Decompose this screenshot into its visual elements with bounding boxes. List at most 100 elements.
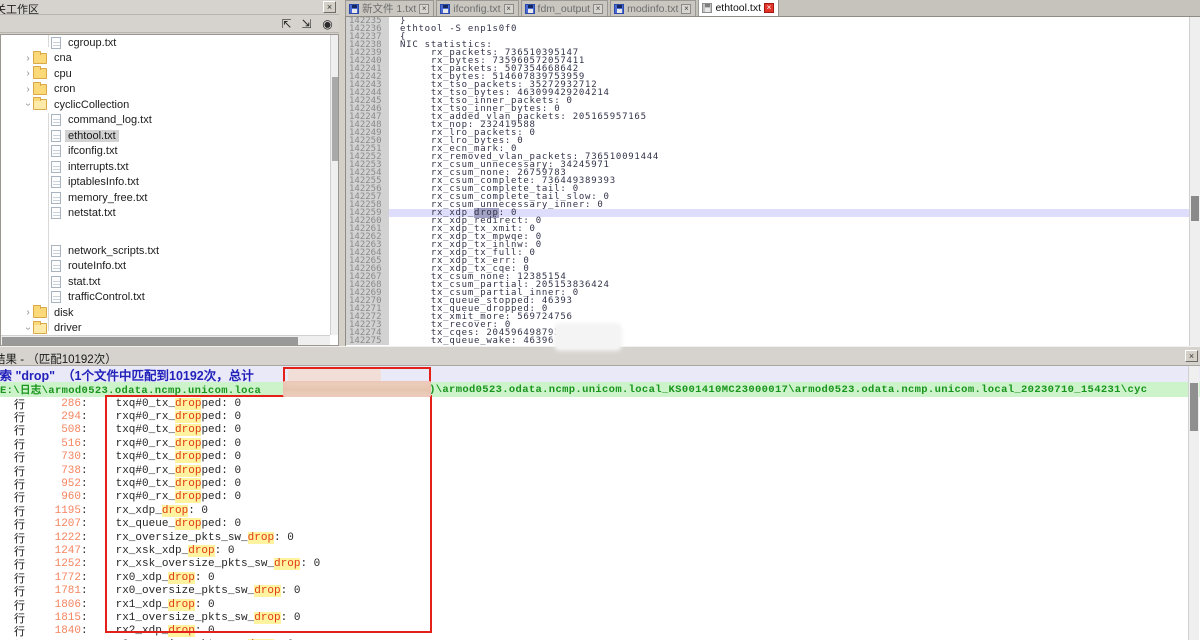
search-result-row[interactable]: 行1222:rx_oversize_pkts_sw_drop: 0 — [0, 531, 1188, 544]
chevron-right-icon[interactable]: › — [23, 307, 33, 318]
tab-close-icon[interactable]: × — [593, 4, 603, 14]
result-colon: : — [81, 465, 88, 477]
workspace-close-button[interactable]: × — [323, 1, 336, 13]
editor-vertical-scrollbar[interactable] — [1189, 17, 1200, 346]
search-result-row[interactable]: 行294:rxq#0_rx_dropped: 0 — [0, 410, 1188, 423]
result-line-number: 1806 — [26, 599, 81, 611]
result-colon: : — [81, 424, 88, 436]
search-result-row[interactable]: 行1781:rx0_oversize_pkts_sw_drop: 0 — [0, 584, 1188, 597]
tree-item-trafficcontrol-txt[interactable]: trafficControl.txt — [1, 290, 338, 306]
search-result-row[interactable]: 行1840:rx2_xdp_drop: 0 — [0, 625, 1188, 638]
tree-item-command-log-txt[interactable]: command_log.txt — [1, 113, 338, 129]
expand-all-button[interactable]: ⇱ — [278, 16, 295, 32]
matched-word-highlight: drop — [175, 451, 201, 463]
search-result-row[interactable]: 行960:rxq#0_rx_dropped: 0 — [0, 491, 1188, 504]
tab-close-icon[interactable]: × — [764, 3, 774, 13]
chevron-down-icon[interactable]: › — [23, 100, 34, 110]
folder-icon — [33, 99, 47, 110]
results-vscroll-thumb[interactable] — [1190, 383, 1198, 431]
tree-item-memory-free-txt[interactable]: memory_free.txt — [1, 190, 338, 206]
result-colon: : — [81, 491, 88, 503]
search-result-row[interactable]: 行1247:rx_xsk_xdp_drop: 0 — [0, 544, 1188, 557]
tree-item-driver[interactable]: ›driver — [1, 321, 338, 337]
matched-word-highlight: drop — [175, 411, 201, 423]
tree-item-routeinfo-txt[interactable]: routeInfo.txt — [1, 259, 338, 275]
result-text: rx1_oversize_pkts_sw_drop: 0 — [88, 612, 301, 624]
tab-ethtool-txt[interactable]: ethtool.txt× — [698, 0, 779, 16]
code-text: { — [389, 33, 1200, 41]
code-line[interactable]: 142275 tx_queue_wake: 46396 — [346, 337, 1200, 345]
search-result-row[interactable]: 行1195:rx_xdp_drop: 0 — [0, 504, 1188, 517]
file-icon — [51, 245, 61, 257]
result-file-path-row[interactable]: E:\日志\armod0523.odata.ncmp.unicom.loca r… — [0, 382, 1200, 397]
file-tree[interactable]: cgroup.txt›cna›cpu›cron›cyclicCollection… — [0, 34, 339, 346]
matched-word-highlight: drop — [254, 585, 280, 597]
tab-close-icon[interactable]: × — [419, 4, 429, 14]
code-text: tx_queue_wake: 46396 — [389, 337, 1200, 345]
tree-vertical-scrollbar[interactable] — [330, 35, 339, 335]
search-result-row[interactable]: 行730:txq#0_tx_dropped: 0 — [0, 451, 1188, 464]
search-result-row[interactable]: 行508:txq#0_tx_dropped: 0 — [0, 424, 1188, 437]
tree-item-iptablesinfo-txt[interactable]: iptablesInfo.txt — [1, 175, 338, 191]
tab-close-icon[interactable]: × — [504, 4, 514, 14]
matched-word-highlight: drop — [168, 572, 194, 584]
editor-vscroll-thumb[interactable] — [1191, 196, 1199, 221]
search-result-row[interactable]: 行286:txq#0_tx_dropped: 0 — [0, 397, 1188, 410]
tree-item-stat-txt[interactable]: stat.txt — [1, 274, 338, 290]
tab-modinfo-txt[interactable]: modinfo.txt× — [610, 0, 696, 16]
tree-item-cgroup-txt[interactable]: cgroup.txt — [1, 35, 338, 51]
search-result-row[interactable]: 行1806:rx1_xdp_drop: 0 — [0, 598, 1188, 611]
tab--1-txt[interactable]: 新文件 1.txt× — [345, 0, 434, 16]
chevron-right-icon[interactable]: › — [23, 53, 33, 64]
tree-item-cron[interactable]: ›cron — [1, 82, 338, 98]
result-line-number: 1772 — [26, 572, 81, 584]
tree-item-ifconfig-txt[interactable]: ifconfig.txt — [1, 144, 338, 160]
chevron-right-icon[interactable]: › — [23, 68, 33, 79]
tree-item-netstat-txt[interactable]: netstat.txt — [1, 206, 338, 222]
tree-item-label: cyclicCollection — [51, 99, 132, 111]
result-text: rx_oversize_pkts_sw_drop: 0 — [88, 532, 294, 544]
tree-hscroll-thumb[interactable] — [2, 337, 298, 345]
chevron-right-icon[interactable]: › — [23, 84, 33, 95]
chevron-down-icon[interactable]: › — [23, 323, 34, 333]
search-result-row[interactable]: 行1252:rx_xsk_oversize_pkts_sw_drop: 0 — [0, 558, 1188, 571]
file-icon — [51, 130, 61, 142]
results-vertical-scrollbar[interactable] — [1188, 366, 1199, 640]
tree-vscroll-thumb[interactable] — [332, 77, 339, 161]
tree-horizontal-scrollbar[interactable] — [1, 335, 330, 346]
file-icon — [51, 276, 61, 288]
code-line[interactable]: 142236ethtool -S enp1s0f0 — [346, 25, 1200, 33]
tree-item-network-scripts-txt[interactable]: network_scripts.txt — [1, 243, 338, 259]
result-file-path-suffix: r(1)\armod0523.odata.ncmp.unicom.local_K… — [409, 384, 1147, 396]
search-result-row[interactable]: 行1207:tx_queue_dropped: 0 — [0, 518, 1188, 531]
results-close-button[interactable]: × — [1185, 350, 1198, 362]
editor-text-area[interactable]: 142235}142236ethtool -S enp1s0f0142237{1… — [345, 17, 1200, 346]
tree-item-cycliccollection[interactable]: › cyclicCollection — [1, 97, 338, 113]
search-result-row[interactable]: 行738:rxq#0_rx_dropped: 0 — [0, 464, 1188, 477]
result-text: rx_xsk_xdp_drop: 0 — [88, 545, 235, 557]
result-colon: : — [81, 478, 88, 490]
result-colon: : — [81, 572, 88, 584]
tab-close-icon[interactable]: × — [681, 4, 691, 14]
file-icon — [51, 161, 61, 173]
search-result-row[interactable]: 行952:txq#0_tx_dropped: 0 — [0, 477, 1188, 490]
save-icon — [440, 4, 450, 14]
locate-file-button[interactable]: ◉ — [319, 16, 336, 32]
result-line-number: 1840 — [26, 625, 81, 637]
search-result-row[interactable]: 行1815:rx1_oversize_pkts_sw_drop: 0 — [0, 611, 1188, 624]
search-result-row[interactable]: 行1772:rx0_xdp_drop: 0 — [0, 571, 1188, 584]
result-colon: : — [81, 518, 88, 530]
result-text: rx1_xdp_drop: 0 — [88, 599, 215, 611]
tree-item-cna[interactable]: ›cna — [1, 51, 338, 67]
search-result-row[interactable]: 行516:rxq#0_rx_dropped: 0 — [0, 437, 1188, 450]
collapse-all-button[interactable]: ⇲ — [298, 16, 315, 32]
tree-item-disk[interactable]: ›disk — [1, 305, 338, 321]
tab-ifconfig-txt[interactable]: ifconfig.txt× — [436, 0, 518, 16]
tree-item-interrupts-txt[interactable]: interrupts.txt — [1, 159, 338, 175]
tree-item-ethtool-txt[interactable]: ethtool.txt — [1, 128, 338, 144]
result-line-number: 1781 — [26, 585, 81, 597]
tab-fdm-output[interactable]: fdm_output× — [521, 0, 609, 16]
tree-item-cpu[interactable]: ›cpu — [1, 66, 338, 82]
matched-word-highlight: drop — [175, 518, 201, 530]
matched-word-highlight: drop — [248, 532, 274, 544]
